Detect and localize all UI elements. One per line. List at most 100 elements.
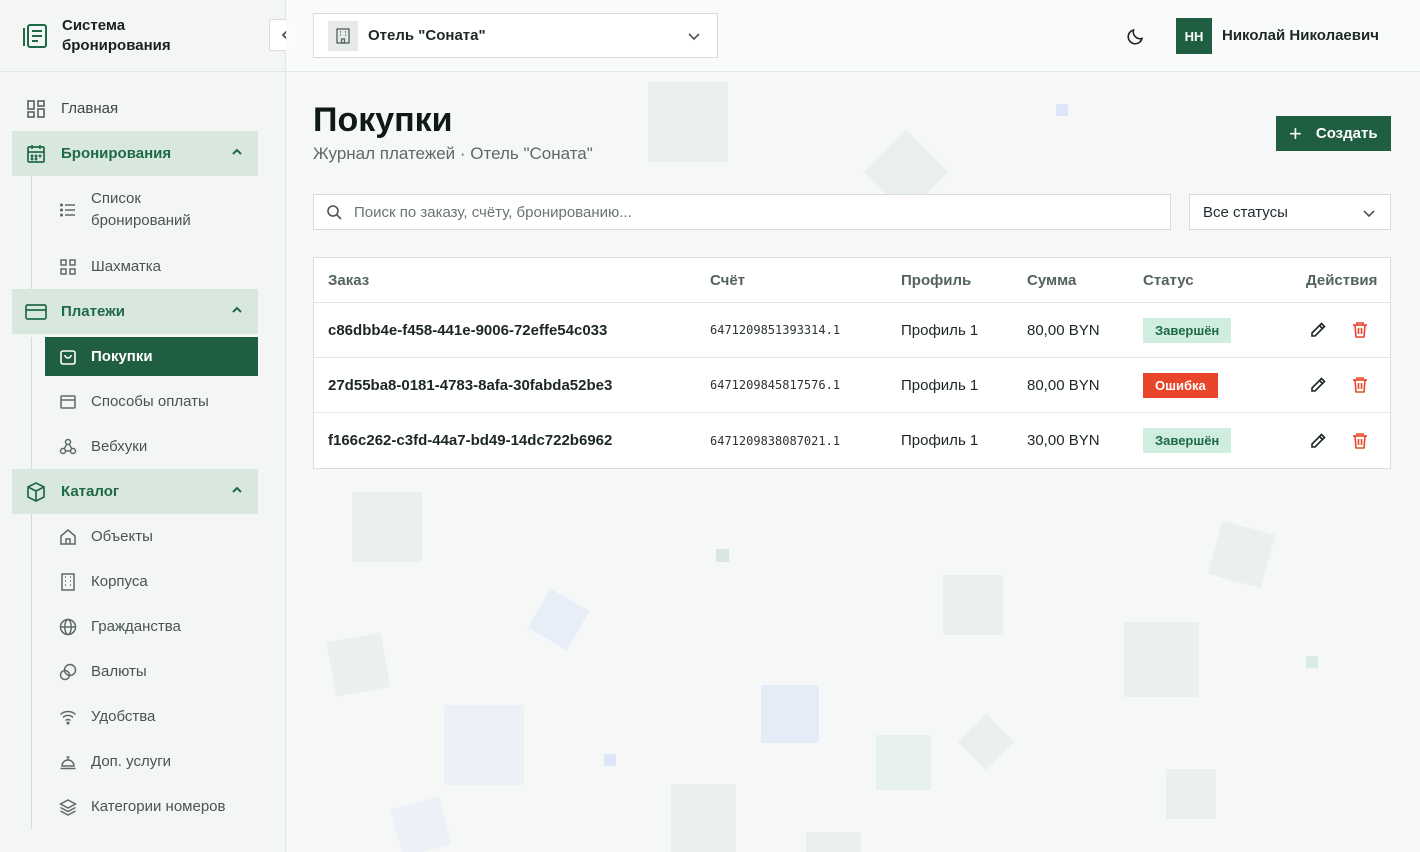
sidebar-item-objects[interactable]: Объекты (45, 514, 258, 559)
list-icon (59, 201, 77, 219)
profile: Профиль 1 (901, 432, 979, 449)
order-id: f166c262-c3fd-44a7-bd49-14dc722b6962 (328, 432, 613, 449)
avatar[interactable]: НН (1176, 18, 1212, 54)
trash-icon (1353, 322, 1367, 338)
edit-button[interactable] (1308, 320, 1328, 340)
purchases-table: Заказ Счёт Профиль Сумма Статус Действия… (313, 257, 1391, 469)
sidebar-item-label: Вебхуки (91, 438, 148, 455)
sidebar: Система бронирования Главная Бронировани… (0, 0, 286, 852)
sidebar-item-home[interactable]: Главная (0, 86, 285, 131)
sidebar-item-label: Доп. услуги (91, 753, 172, 770)
trash-icon (1353, 432, 1367, 449)
app-title: Система бронирования (62, 16, 171, 54)
invoice-number: 6471209838087021.1 (710, 433, 841, 448)
page-title: Покупки (313, 101, 453, 139)
order-id: 27d55ba8-0181-4783-8afa-30fabda52be3 (328, 376, 613, 394)
sidebar-item-purchases[interactable]: Покупки (45, 337, 258, 376)
column-header-invoice[interactable]: Счёт (710, 272, 745, 289)
sum: 80,00 BYN (1027, 376, 1100, 394)
chevron-up-icon (232, 148, 242, 155)
delete-button[interactable] (1350, 320, 1370, 340)
sidebar-group-label: Бронирования (61, 145, 172, 162)
pencil-icon (1311, 377, 1326, 392)
edit-button[interactable] (1308, 375, 1328, 395)
search-input[interactable] (354, 203, 1154, 221)
shopping-bag-icon (59, 348, 77, 366)
sidebar-item-webhooks[interactable]: Вебхуки (45, 424, 258, 469)
table-row[interactable]: c86dbb4e-f458-441e-9006-72effe54c033 647… (314, 303, 1390, 358)
column-header-sum[interactable]: Сумма (1027, 272, 1076, 289)
pencil-icon (1311, 432, 1326, 448)
package-icon (25, 481, 47, 503)
sidebar-group-bookings[interactable]: Бронирования (12, 131, 258, 176)
sidebar-item-label: Способы оплаты (91, 393, 209, 410)
sidebar-item-chessboard[interactable]: Шахматка (45, 244, 258, 289)
user-name[interactable]: Николай Николаевич (1222, 27, 1379, 44)
building-icon (59, 572, 77, 591)
sum: 30,00 BYN (1027, 432, 1100, 449)
sidebar-item-label: Валюты (91, 663, 147, 680)
grid-icon (59, 258, 77, 276)
status-filter-select[interactable]: Все статусы (1189, 194, 1391, 230)
pencil-icon (1311, 322, 1326, 337)
wifi-icon (59, 708, 77, 726)
status-badge: Завершён (1143, 317, 1232, 343)
sum: 80,00 BYN (1027, 321, 1100, 339)
chevron-up-icon (232, 486, 242, 493)
sidebar-item-label: Удобства (91, 708, 156, 725)
top-header: Отель "Соната" НН Николай Николаевич (286, 0, 1420, 72)
table-header: Заказ Счёт Профиль Сумма Статус Действия (314, 258, 1390, 303)
column-header-profile[interactable]: Профиль (901, 272, 971, 289)
sidebar-item-label: Объекты (91, 528, 153, 545)
sidebar-item-currencies[interactable]: Валюты (45, 649, 258, 694)
table-row[interactable]: f166c262-c3fd-44a7-bd49-14dc722b6962 647… (314, 413, 1390, 468)
column-header-order[interactable]: Заказ (328, 272, 369, 289)
sidebar-item-label: Корпуса (91, 573, 148, 590)
status-badge: Завершён (1143, 428, 1232, 453)
webhook-icon (59, 438, 77, 456)
sidebar-item-label: Список бронирований (91, 190, 191, 229)
calendar-icon (25, 143, 47, 165)
edit-button[interactable] (1308, 431, 1328, 451)
sidebar-item-room-categories[interactable]: Категории номеров (45, 784, 258, 829)
sidebar-sub-bookings: Список бронирований Шахматка (31, 176, 285, 289)
brand: Система бронирования (0, 0, 285, 72)
profile: Профиль 1 (901, 321, 979, 339)
create-button[interactable]: + Создать (1276, 116, 1391, 151)
sidebar-nav: Главная Бронирования Список бронирований… (0, 72, 285, 829)
profile: Профиль 1 (901, 376, 979, 394)
sidebar-group-payments[interactable]: Платежи (12, 289, 258, 334)
sidebar-item-label: Главная (61, 100, 119, 117)
sidebar-item-label: Категории номеров (91, 798, 226, 815)
sidebar-item-label: Гражданства (91, 618, 181, 635)
column-header-actions: Действия (1306, 271, 1378, 289)
chevron-down-icon (1363, 210, 1375, 218)
delete-button[interactable] (1350, 375, 1370, 395)
order-id: c86dbb4e-f458-441e-9006-72effe54c033 (328, 321, 608, 339)
credit-card-icon (25, 301, 47, 323)
coins-icon (59, 663, 77, 681)
hotel-select[interactable]: Отель "Соната" (313, 13, 718, 58)
status-filter-value: Все статусы (1203, 203, 1288, 221)
sidebar-item-payment-methods[interactable]: Способы оплаты (45, 379, 258, 424)
sidebar-item-extra-services[interactable]: Доп. услуги (45, 739, 258, 784)
column-header-status[interactable]: Статус (1143, 272, 1194, 289)
hotel-select-value: Отель "Соната" (368, 27, 486, 44)
sidebar-item-citizenships[interactable]: Гражданства (45, 604, 258, 649)
delete-button[interactable] (1350, 431, 1370, 451)
grid-icon (25, 98, 47, 120)
create-button-label: Создать (1315, 125, 1378, 142)
status-badge: Ошибка (1143, 372, 1218, 398)
sidebar-item-buildings[interactable]: Корпуса (45, 559, 258, 604)
home-icon (59, 528, 77, 546)
table-row[interactable]: 27d55ba8-0181-4783-8afa-30fabda52be3 647… (314, 358, 1390, 413)
moon-icon[interactable] (1126, 26, 1146, 46)
layers-icon (59, 798, 77, 816)
hotel-icon (328, 20, 358, 51)
sidebar-item-amenities[interactable]: Удобства (45, 694, 258, 739)
concierge-bell-icon (59, 753, 77, 771)
wallet-icon (59, 393, 77, 411)
page-subtitle: Журнал платежей · Отель "Соната" (313, 144, 593, 163)
sidebar-item-booking-list[interactable]: Список бронирований (45, 176, 258, 244)
sidebar-group-catalog[interactable]: Каталог (12, 469, 258, 514)
